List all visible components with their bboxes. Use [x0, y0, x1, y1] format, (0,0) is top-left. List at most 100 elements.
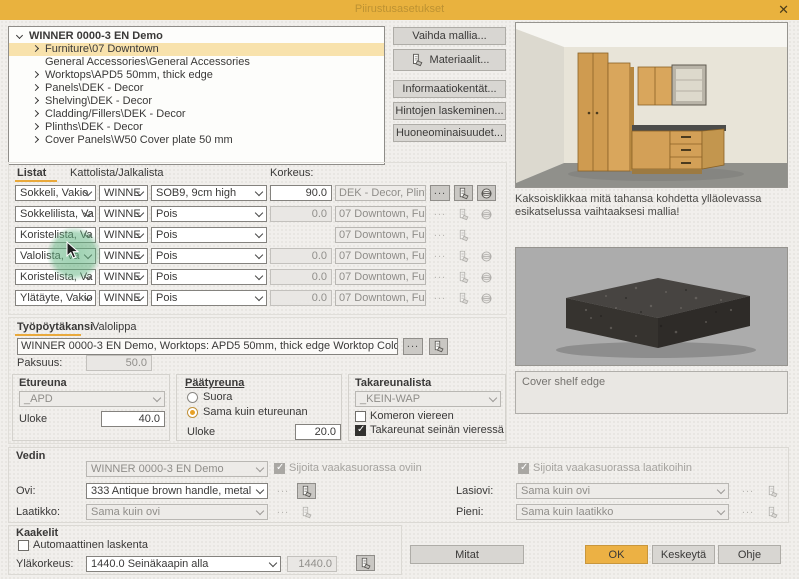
kaakelit-title: Kaakelit — [16, 527, 59, 539]
titlebar[interactable]: Piirustusasetukset ✕ — [0, 0, 799, 20]
globe-icon — [481, 251, 492, 261]
close-icon[interactable]: ✕ — [778, 2, 789, 18]
globe-icon — [481, 293, 492, 303]
mitat-button[interactable]: Mitat — [410, 545, 524, 564]
tree-item-general-accessories[interactable]: General Accessories\General Accessories — [9, 56, 384, 69]
etureuna-dropdown[interactable]: _APD — [19, 391, 165, 407]
lasiovi-dropdown[interactable]: Sama kuin ovi — [516, 483, 729, 499]
radio-sama-label: Sama kuin etureunan — [203, 406, 308, 418]
model-dropdown[interactable]: Pois — [151, 227, 267, 243]
model-dropdown[interactable]: Pois — [151, 269, 267, 285]
material-button[interactable] — [454, 185, 473, 201]
info-fields-button[interactable]: Informaatiokentät... — [393, 80, 506, 98]
paksuus-field: 50.0 — [86, 355, 152, 371]
takareunalista-dropdown[interactable]: _KEIN-WAP — [355, 391, 501, 407]
change-model-button[interactable]: Vaihda mallia... — [393, 27, 506, 45]
source-field: 07 Downtown, Furniture — [335, 206, 426, 222]
takareunat-label: Takareunat seinän vieressä — [370, 424, 504, 436]
browse-button: ... — [433, 269, 447, 281]
material-icon — [768, 506, 778, 518]
chevron-down-icon — [254, 271, 264, 281]
automaattinen-laskenta-checkbox[interactable] — [18, 540, 29, 551]
tree-item-furniture[interactable]: Furniture\07 Downtown — [9, 43, 384, 56]
pieni-dropdown[interactable]: Sama kuin laatikko — [516, 504, 729, 520]
etureuna-uloke-field[interactable]: 40.0 — [101, 411, 165, 427]
model-dropdown[interactable]: Pois — [151, 206, 267, 222]
chevron-down-icon — [716, 506, 726, 516]
ovi-material-button[interactable] — [297, 483, 316, 499]
render-button[interactable] — [477, 185, 496, 201]
height-field: 0.0 — [270, 269, 332, 285]
worktop-description-field[interactable]: WINNER 0000-3 EN Demo, Worktops: APD5 50… — [17, 338, 398, 355]
list-type-dropdown[interactable]: Ylätäyte, Vakio — [15, 290, 96, 306]
library-dropdown[interactable]: WINNE — [99, 269, 148, 285]
etureuna-title: Etureuna — [19, 377, 67, 389]
chevron-down-icon — [488, 393, 498, 403]
paatyreuna-title: Päätyreuna — [185, 377, 245, 389]
material-icon — [459, 208, 469, 220]
basalt-render — [516, 248, 787, 365]
takareunalista-group: Takareunalista _KEIN-WAP Komeron viereen… — [348, 374, 506, 441]
material-icon — [412, 53, 422, 67]
ohje-button[interactable]: Ohje — [718, 545, 781, 564]
chevron-down-icon — [15, 31, 24, 40]
library-dropdown[interactable]: WINNE — [99, 290, 148, 306]
browse-button: ... — [433, 206, 447, 218]
tree-item-cladding[interactable]: Cladding/Fillers\DEK - Decor — [9, 108, 384, 121]
tab-listat[interactable]: Listat — [17, 167, 46, 179]
height-field[interactable]: 90.0 — [270, 185, 332, 201]
model-dropdown[interactable]: Pois — [151, 290, 267, 306]
komeron-viereen-checkbox[interactable] — [355, 411, 366, 422]
keskeyta-button[interactable]: Keskeytä — [652, 545, 715, 564]
radio-suora[interactable] — [187, 392, 198, 403]
uloke-label: Uloke — [19, 413, 48, 425]
library-dropdown[interactable]: WINNE — [99, 248, 148, 264]
tab-tyopoytakansi[interactable]: Työpöytäkansi — [17, 321, 93, 333]
ok-button[interactable]: OK — [585, 545, 648, 564]
worktop-material-preview[interactable] — [515, 247, 788, 366]
tree-item-shelving[interactable]: Shelving\DEK - Decor — [9, 95, 384, 108]
list-type-dropdown[interactable]: Valolista, Va — [15, 248, 96, 264]
material-button — [454, 269, 473, 285]
tree-item-cover-panels[interactable]: Cover Panels\W50 Cover plate 50 mm — [9, 134, 384, 147]
radio-sama-kuin-etureunan[interactable] — [187, 407, 198, 418]
model-dropdown[interactable]: SOB9, 9cm high — [151, 185, 267, 201]
library-dropdown[interactable]: WINNE — [99, 227, 148, 243]
worktop-browse-button[interactable]: ... — [403, 338, 423, 355]
library-dropdown[interactable]: WINNE — [99, 185, 148, 201]
ovi-dropdown[interactable]: 333 Antique brown handle, metal — [86, 483, 268, 499]
chevron-down-icon — [83, 250, 93, 260]
ylakorkeus-label: Yläkorkeus: — [16, 558, 74, 570]
kitchen-preview-image[interactable] — [515, 22, 788, 188]
tab-kattolista[interactable]: Kattolista/Jalkalista — [70, 167, 164, 179]
ylakorkeus-dropdown[interactable]: 1440.0 Seinäkaapin alla — [86, 556, 281, 572]
worktop-material-button[interactable] — [429, 338, 448, 355]
tree-item-panels[interactable]: Panels\DEK - Decor — [9, 82, 384, 95]
library-dropdown[interactable]: WINNE — [99, 206, 148, 222]
render-button — [477, 269, 496, 285]
laatikko-dropdown[interactable]: Sama kuin ovi — [86, 504, 268, 520]
list-type-dropdown[interactable]: Sokkelilista, Va — [15, 206, 96, 222]
chevron-down-icon — [255, 485, 265, 495]
tree-item-plinths[interactable]: Plinths\DEK - Decor — [9, 121, 384, 134]
takareunat-checkbox[interactable] — [355, 424, 366, 436]
tree-item-worktops[interactable]: Worktops\APD5 50mm, thick edge — [9, 69, 384, 82]
price-calculation-button[interactable]: Hintojen laskeminen... — [393, 102, 506, 120]
list-type-dropdown[interactable]: Koristelista, Va — [15, 269, 96, 285]
vedin-model-dropdown[interactable]: WINNER 0000-3 EN Demo — [86, 461, 268, 477]
kaakelit-material-button[interactable] — [356, 555, 375, 571]
paksuus-label: Paksuus: — [17, 357, 63, 369]
browse-button[interactable]: ... — [430, 185, 450, 201]
height-field: 0.0 — [270, 290, 332, 306]
preview-hint-text: Kaksoisklikkaa mitä tahansa kohdetta yll… — [515, 193, 762, 218]
paatyreuna-uloke-field[interactable]: 20.0 — [295, 424, 341, 440]
tab-valolippa[interactable]: Valolippa — [92, 321, 136, 333]
list-type-dropdown[interactable]: Sokkeli, Vakio — [15, 185, 96, 201]
room-properties-button[interactable]: Huoneominaisuudet... — [393, 124, 506, 142]
tree-root[interactable]: WINNER 0000-3 EN Demo — [9, 30, 384, 43]
chevron-right-icon — [31, 83, 40, 92]
list-type-dropdown[interactable]: Koristelista, Va — [15, 227, 96, 243]
materials-button[interactable]: Materiaalit... — [393, 49, 506, 71]
material-icon — [459, 292, 469, 304]
model-dropdown[interactable]: Pois — [151, 248, 267, 264]
